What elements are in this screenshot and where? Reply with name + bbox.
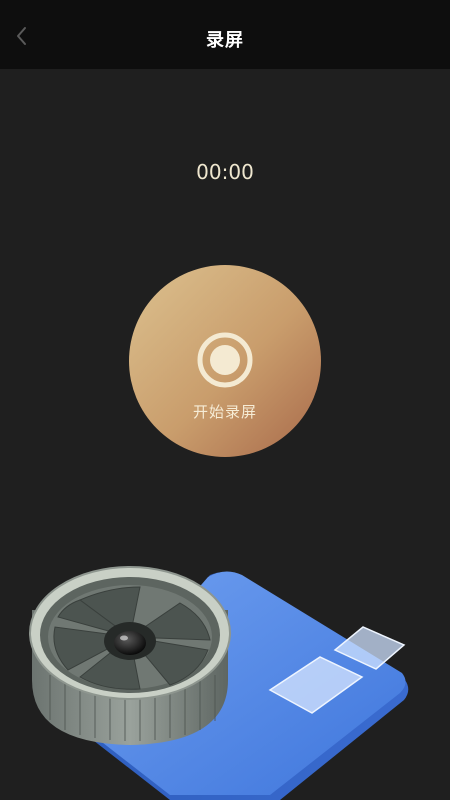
page-title: 录屏 [206,30,244,51]
record-icon [197,332,253,388]
top-bar: 录屏 [0,0,450,69]
recording-timer: 00:00 [196,160,254,184]
start-recording-label: 开始录屏 [192,403,257,421]
camera-lens-illustration [29,566,409,800]
start-recording-button[interactable]: 开始录屏 [129,265,321,457]
